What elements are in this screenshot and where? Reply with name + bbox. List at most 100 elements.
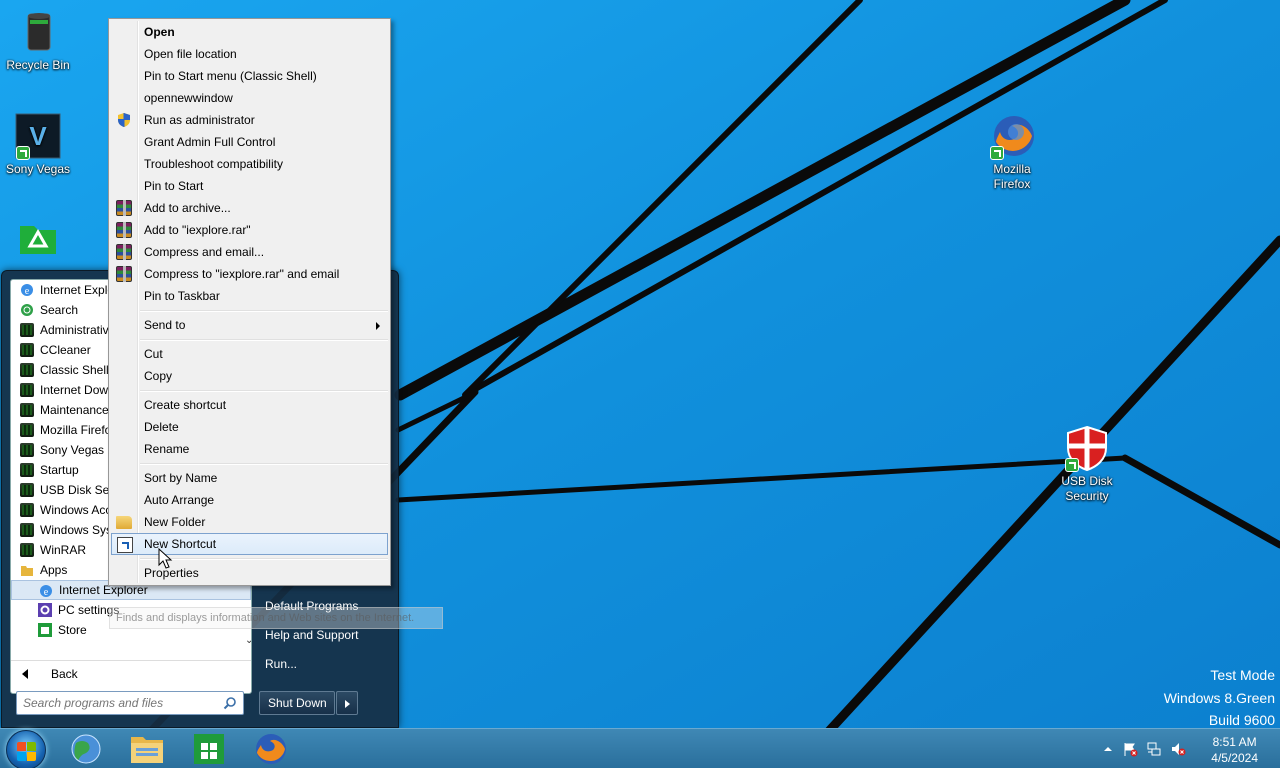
program-folder-icon [20, 383, 34, 397]
shut-down-button[interactable]: Shut Down [259, 691, 335, 715]
start-search-input[interactable] [17, 692, 213, 714]
menu-item-sort-by-name[interactable]: Sort by Name [111, 467, 388, 489]
menu-separator [140, 339, 388, 341]
system-tray: 8:51 AM 4/5/2024 [1100, 729, 1280, 768]
desktop-icon-label: Recycle Bin [6, 58, 70, 72]
menu-item-grant-admin-full-control[interactable]: Grant Admin Full Control [111, 131, 388, 153]
menu-item-cut[interactable]: Cut [111, 343, 388, 365]
taskbar-store-icon[interactable] [185, 731, 233, 767]
program-folder-icon [20, 483, 34, 497]
program-folder-icon [20, 503, 34, 517]
green-folder-icon [14, 216, 62, 264]
menu-item-auto-arrange[interactable]: Auto Arrange [111, 489, 388, 511]
menu-item-troubleshoot-compatibility[interactable]: Troubleshoot compatibility [111, 153, 388, 175]
menu-separator [140, 463, 388, 465]
winrar-icon [116, 266, 132, 282]
menu-item-pin-to-start[interactable]: Pin to Start [111, 175, 388, 197]
desktop-icon-recycle-bin[interactable]: Recycle Bin [0, 8, 76, 73]
menu-item-pin-classic-shell[interactable]: Pin to Start menu (Classic Shell) [111, 65, 388, 87]
submenu-arrow-icon [376, 322, 380, 330]
menu-item-send-to[interactable]: Send to [111, 314, 388, 336]
menu-item-pin-to-taskbar[interactable]: Pin to Taskbar [111, 285, 388, 307]
menu-item-delete[interactable]: Delete [111, 416, 388, 438]
internet-explorer-icon: e [20, 283, 34, 297]
tooltip: Finds and displays information and Web s… [109, 607, 443, 629]
menu-separator [140, 558, 388, 560]
help-and-support-link[interactable]: Help and Support [265, 628, 358, 642]
volume-muted-icon[interactable] [1170, 741, 1186, 757]
menu-item-new-folder[interactable]: New Folder [111, 511, 388, 533]
context-menu: Open Open file location Pin to Start men… [108, 18, 391, 586]
internet-explorer-icon: e [39, 584, 53, 598]
menu-item-properties[interactable]: Properties [111, 562, 388, 584]
back-arrow-icon [22, 669, 28, 679]
taskbar-internet-globe-icon[interactable] [62, 731, 110, 767]
shortcut-overlay-icon [16, 146, 30, 160]
mouse-cursor-icon [158, 548, 173, 569]
menu-item-copy[interactable]: Copy [111, 365, 388, 387]
apps-folder-icon [20, 563, 34, 577]
menu-separator [140, 390, 388, 392]
program-folder-icon [20, 403, 34, 417]
firefox-icon [988, 112, 1036, 160]
menu-item-rename[interactable]: Rename [111, 438, 388, 460]
show-hidden-icons-chevron-icon[interactable] [1100, 741, 1116, 757]
menu-item-opennewwindow[interactable]: opennewwindow [111, 87, 388, 109]
start-search-box[interactable] [16, 691, 244, 715]
taskbar-clock[interactable]: 8:51 AM 4/5/2024 [1211, 734, 1258, 766]
winrar-icon [116, 222, 132, 238]
menu-separator [140, 310, 388, 312]
desktop-icon-mozilla-firefox[interactable]: Mozilla Firefox [974, 112, 1050, 192]
menu-item-create-shortcut[interactable]: Create shortcut [111, 394, 388, 416]
start-button-windows-orb-icon[interactable] [6, 730, 46, 768]
menu-item-compress-and-email[interactable]: Compress and email... [111, 241, 388, 263]
watermark-line-1: Test Mode [1210, 667, 1275, 683]
network-icon[interactable] [1146, 741, 1162, 757]
winrar-icon [116, 200, 132, 216]
clock-time: 8:51 AM [1212, 735, 1257, 749]
store-bag-icon [38, 623, 52, 637]
new-shortcut-icon [117, 537, 133, 553]
taskbar: 8:51 AM 4/5/2024 [0, 728, 1280, 768]
program-folder-icon [20, 323, 34, 337]
usb-disk-security-shield-icon [1063, 424, 1111, 472]
program-folder-icon [20, 443, 34, 457]
search-globe-icon [20, 303, 34, 317]
svg-text:e: e [25, 286, 30, 297]
desktop-icon-usb-disk-security[interactable]: USB Disk Security [1049, 424, 1125, 504]
desktop-icon-sony-vegas[interactable]: V Sony Vegas [0, 112, 76, 177]
program-folder-icon [20, 523, 34, 537]
scroll-down-arrow-icon[interactable]: ⌄ [245, 635, 251, 646]
shortcut-overlay-icon [990, 146, 1004, 160]
new-folder-icon [116, 516, 132, 529]
menu-item-add-to-archive[interactable]: Add to archive... [111, 197, 388, 219]
pc-settings-gear-icon [38, 603, 52, 617]
program-folder-icon [20, 363, 34, 377]
taskbar-file-explorer-icon[interactable] [123, 731, 171, 767]
back-button[interactable]: Back [11, 660, 251, 686]
shut-down-options-arrow-icon[interactable] [336, 691, 358, 715]
program-folder-icon [20, 423, 34, 437]
menu-item-compress-to-iexplore-rar-and-email[interactable]: Compress to "iexplore.rar" and email [111, 263, 388, 285]
recycle-bin-icon [14, 8, 62, 56]
menu-item-run-as-administrator[interactable]: Run as administrator [111, 109, 388, 131]
menu-item-open[interactable]: Open [111, 21, 388, 43]
action-center-flag-icon[interactable] [1122, 741, 1138, 757]
winrar-icon [116, 244, 132, 260]
test-mode-watermark: Test Mode Windows 8.Green Build 9600 [1164, 664, 1275, 732]
desktop-icon-green-app[interactable] [0, 216, 76, 266]
svg-text:e: e [44, 587, 49, 598]
svg-text:V: V [29, 121, 47, 151]
run-link[interactable]: Run... [265, 657, 297, 671]
program-folder-icon [20, 463, 34, 477]
uac-shield-icon [118, 113, 130, 127]
taskbar-firefox-icon[interactable] [247, 731, 295, 767]
menu-item-new-shortcut[interactable]: New Shortcut [111, 533, 388, 555]
shortcut-overlay-icon [1065, 458, 1079, 472]
menu-item-open-file-location[interactable]: Open file location [111, 43, 388, 65]
watermark-line-2: Windows 8.Green [1163, 689, 1275, 706]
menu-item-add-to-iexplore-rar[interactable]: Add to "iexplore.rar" [111, 219, 388, 241]
search-icon[interactable] [223, 696, 237, 710]
desktop-icon-label: Mozilla Firefox [993, 162, 1031, 191]
program-folder-icon [20, 343, 34, 357]
